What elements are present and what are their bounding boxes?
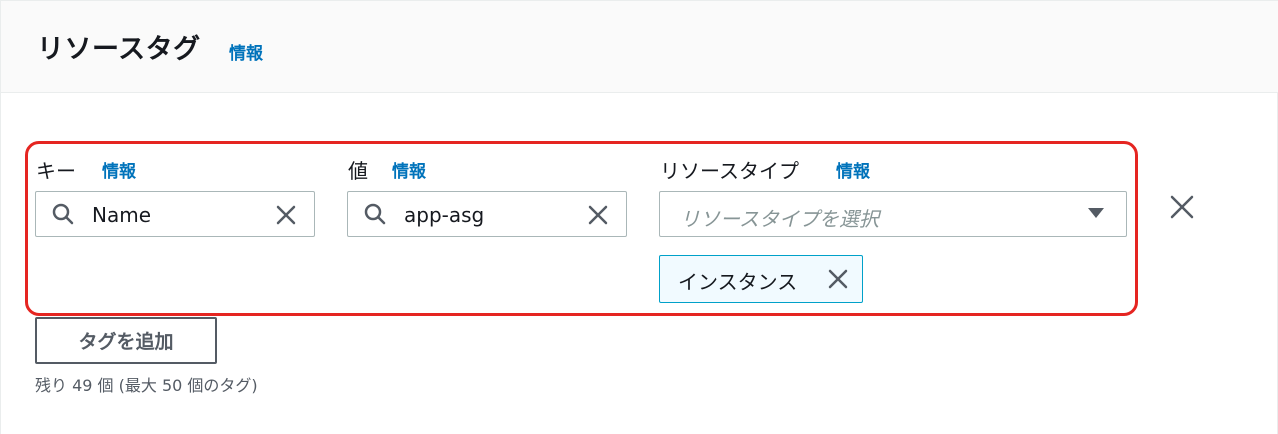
search-icon bbox=[52, 203, 74, 225]
token-label: インスタンス bbox=[678, 270, 798, 294]
page-title: リソースタグ bbox=[37, 34, 201, 65]
title-info-link[interactable]: 情報 bbox=[229, 39, 263, 64]
value-input[interactable]: app-asg bbox=[347, 191, 627, 237]
search-icon bbox=[364, 203, 386, 225]
value-info-link[interactable]: 情報 bbox=[392, 157, 426, 182]
add-tag-button[interactable]: タグを追加 bbox=[35, 317, 217, 364]
key-input[interactable]: Name bbox=[35, 191, 315, 237]
key-info-link[interactable]: 情報 bbox=[102, 157, 136, 182]
resource-type-placeholder: リソースタイプを選択 bbox=[680, 207, 879, 231]
resource-type-label: リソースタイプ bbox=[660, 159, 799, 183]
key-value: Name bbox=[92, 203, 152, 227]
value-label: 値 bbox=[348, 159, 368, 183]
resource-tags-panel: リソースタグ 情報 キー 情報 Name 値 情報 app-asg リソースタイ… bbox=[0, 0, 1278, 434]
resource-type-info-link[interactable]: 情報 bbox=[836, 157, 870, 182]
close-icon[interactable] bbox=[586, 203, 610, 227]
close-icon[interactable] bbox=[826, 267, 850, 291]
key-label: キー bbox=[36, 159, 76, 183]
caret-down-icon bbox=[1088, 208, 1104, 218]
panel-header: リソースタグ 情報 bbox=[1, 0, 1278, 93]
value-value: app-asg bbox=[404, 203, 485, 227]
remaining-tags-text: 残り 49 個 (最大 50 個のタグ) bbox=[35, 376, 258, 395]
close-icon[interactable] bbox=[274, 203, 298, 227]
resource-type-select[interactable]: リソースタイプを選択 bbox=[659, 191, 1127, 237]
resource-type-token: インスタンス bbox=[659, 255, 863, 303]
remove-tag-close-icon[interactable] bbox=[1169, 194, 1195, 220]
